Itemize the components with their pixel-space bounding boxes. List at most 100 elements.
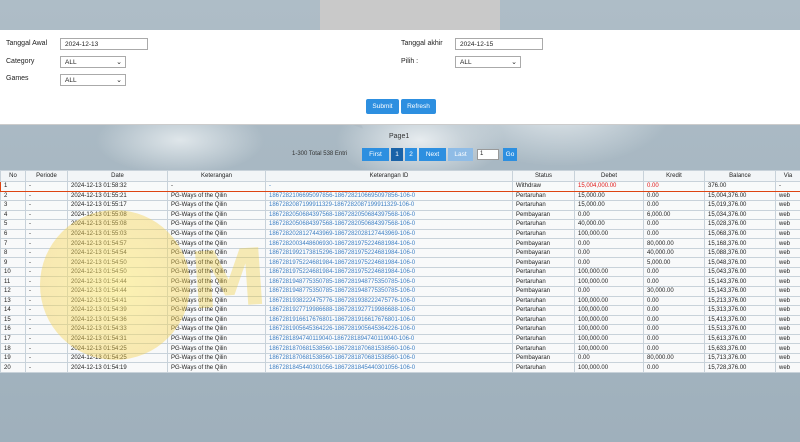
- cell-keterangan-id[interactable]: 1867281870681538560-1867281870681538560-…: [265, 352, 513, 364]
- cell-keterangan-id[interactable]: 1867282106695097856-1867282106695097856-…: [265, 190, 513, 202]
- table-header-row: No Periode Date Keterangan Keterangan ID…: [0, 170, 800, 182]
- tanggal-akhir-input[interactable]: 2024-12-15: [455, 38, 543, 50]
- cell-kredit: 0.00: [643, 333, 705, 345]
- cell-keterangan-id[interactable]: 1867281975224681984-1867281975224681984-…: [265, 266, 513, 278]
- cell-no: 5: [0, 219, 26, 230]
- cell-keterangan-id[interactable]: 1867281905645364226-1867281905645364226-…: [265, 324, 513, 335]
- cell-keterangan-id[interactable]: 1867282087199911329-1867282087199911329-…: [265, 200, 513, 211]
- cell-keterangan-id[interactable]: 1867281894740119040-1867281894740119040-…: [265, 333, 513, 345]
- header-keterangan: Keterangan: [167, 170, 266, 182]
- cell-kredit: 0.00: [643, 219, 705, 230]
- cell-debet: 0.00: [574, 257, 644, 268]
- cell-periode: -: [25, 190, 68, 202]
- cell-date: 2024-12-13 01:54:33: [67, 324, 168, 335]
- cell-via: web: [775, 209, 800, 221]
- pilih-select[interactable]: ALL ⌄: [455, 56, 521, 68]
- submit-button[interactable]: Submit: [366, 99, 399, 114]
- cell-keterangan-id[interactable]: 1867282003448606930-1867281975224681984-…: [265, 238, 513, 249]
- tanggal-awal-input[interactable]: 2024-12-13: [60, 38, 148, 50]
- cell-kredit: 80,000.00: [643, 238, 705, 249]
- cell-keterangan-id[interactable]: 1867281916617676801-1867281916617676801-…: [265, 314, 513, 326]
- cell-date: 2024-12-13 01:54:50: [67, 266, 168, 278]
- cell-kredit: 0.00: [643, 295, 705, 307]
- games-select[interactable]: ALL ⌄: [60, 74, 126, 86]
- cell-debet: 15,004,000.00: [574, 181, 644, 192]
- cell-balance: 376.00: [704, 181, 776, 192]
- page-number-input[interactable]: 1: [477, 149, 499, 160]
- cell-periode: -: [25, 257, 68, 268]
- cell-via: web: [775, 362, 800, 373]
- cell-debet: 100,000.00: [574, 305, 644, 316]
- cell-no: 3: [0, 200, 26, 211]
- cell-kredit: 0.00: [643, 362, 705, 373]
- pilih-label: Pilih :: [401, 58, 419, 65]
- cell-keterangan-id[interactable]: 1867282050684397568-1867282050684397568-…: [265, 209, 513, 221]
- cell-via: web: [775, 228, 800, 240]
- category-select[interactable]: ALL ⌄: [60, 56, 126, 68]
- cell-date: 2024-12-13 01:55:08: [67, 209, 168, 221]
- tanggal-awal-label: Tanggal Awal: [6, 40, 48, 47]
- cell-status: Pertaruhan: [512, 343, 575, 354]
- table-row: 11-2024-12-13 01:54:44 PG-Ways of the Qil…: [0, 276, 800, 287]
- header-via: Via: [775, 170, 800, 182]
- cell-status: Pembayaran: [512, 257, 575, 268]
- cell-status: Pertaruhan: [512, 266, 575, 278]
- cell-debet: 100,000.00: [574, 324, 644, 335]
- cell-keterangan-id[interactable]: 1867282050684397568-1867282050684397568-…: [265, 219, 513, 230]
- table-row: 15-2024-12-13 01:54:36 PG-Ways of the Qil…: [0, 314, 800, 326]
- cell-keterangan-id[interactable]: 1867281938222475776-1867281938222475776-…: [265, 295, 513, 307]
- cell-keterangan-id[interactable]: 1867281975224681984-1867281975224681984-…: [265, 257, 513, 268]
- cell-balance: 15,313,376.00: [704, 305, 776, 316]
- cell-debet: 40,000.00: [574, 219, 644, 230]
- cell-balance: 15,713,376.00: [704, 352, 776, 364]
- cell-no: 18: [0, 343, 26, 354]
- go-button[interactable]: Go: [503, 148, 517, 161]
- table-row: 9-2024-12-13 01:54:50 PG-Ways of the Qili…: [0, 257, 800, 268]
- page-2-button[interactable]: 2: [405, 148, 417, 161]
- cell-keterangan: PG-Ways of the Qilin: [167, 286, 266, 297]
- cell-no: 1: [0, 181, 26, 192]
- cell-debet: 0.00: [574, 247, 644, 259]
- cell-keterangan-id[interactable]: 1867281927719986688-1867281927719986688-…: [265, 305, 513, 316]
- transactions-table: No Periode Date Keterangan Keterangan ID…: [0, 170, 800, 373]
- cell-date: 2024-12-13 01:54:25: [67, 352, 168, 364]
- cell-via: web: [775, 324, 800, 335]
- cell-no: 12: [0, 286, 26, 297]
- header-kredit: Kredit: [643, 170, 705, 182]
- page-1-button[interactable]: 1: [391, 148, 403, 161]
- next-page-button[interactable]: Next: [419, 148, 446, 161]
- cell-keterangan-id[interactable]: 1867281992173815296-1867281975224681984-…: [265, 247, 513, 259]
- cell-kredit: 0.00: [643, 276, 705, 287]
- first-page-button[interactable]: First: [362, 148, 389, 161]
- cell-periode: -: [25, 247, 68, 259]
- cell-keterangan-id[interactable]: 1867281845440301056-1867281845440301056-…: [265, 362, 513, 373]
- cell-periode: -: [25, 352, 68, 364]
- cell-status: Pembayaran: [512, 238, 575, 249]
- cell-keterangan: PG-Ways of the Qilin: [167, 276, 266, 287]
- cell-kredit: 80,000.00: [643, 352, 705, 364]
- cell-keterangan-id[interactable]: 1867281948775350785-1867281948775350785-…: [265, 286, 513, 297]
- cell-periode: -: [25, 305, 68, 316]
- cell-keterangan: PG-Ways of the Qilin: [167, 209, 266, 221]
- cell-kredit: 0.00: [643, 266, 705, 278]
- cell-date: 2024-12-13 01:55:17: [67, 200, 168, 211]
- cell-no: 19: [0, 352, 26, 364]
- cell-via: web: [775, 276, 800, 287]
- cell-keterangan-id[interactable]: 1867282028127443969-1867282028127443969-…: [265, 228, 513, 240]
- refresh-button[interactable]: Refresh: [401, 99, 436, 114]
- cell-keterangan-id[interactable]: 1867281870681538560-1867281870681538560-…: [265, 343, 513, 354]
- cell-keterangan-id[interactable]: 1867281948775350785-1867281948775350785-…: [265, 276, 513, 287]
- cell-periode: -: [25, 333, 68, 345]
- cell-via: web: [775, 352, 800, 364]
- cell-periode: -: [25, 324, 68, 335]
- filter-panel: Tanggal Awal 2024-12-13 Tanggal akhir 20…: [0, 30, 800, 125]
- cell-keterangan: PG-Ways of the Qilin: [167, 219, 266, 230]
- last-page-button[interactable]: Last: [448, 148, 473, 161]
- cell-balance: 15,413,376.00: [704, 314, 776, 326]
- cell-keterangan: PG-Ways of the Qilin: [167, 305, 266, 316]
- cell-date: 2024-12-13 01:58:32: [67, 181, 168, 192]
- cell-via: web: [775, 343, 800, 354]
- pilih-select-value: ALL: [460, 59, 472, 66]
- cell-status: Pembayaran: [512, 247, 575, 259]
- cell-date: 2024-12-13 01:55:03: [67, 228, 168, 240]
